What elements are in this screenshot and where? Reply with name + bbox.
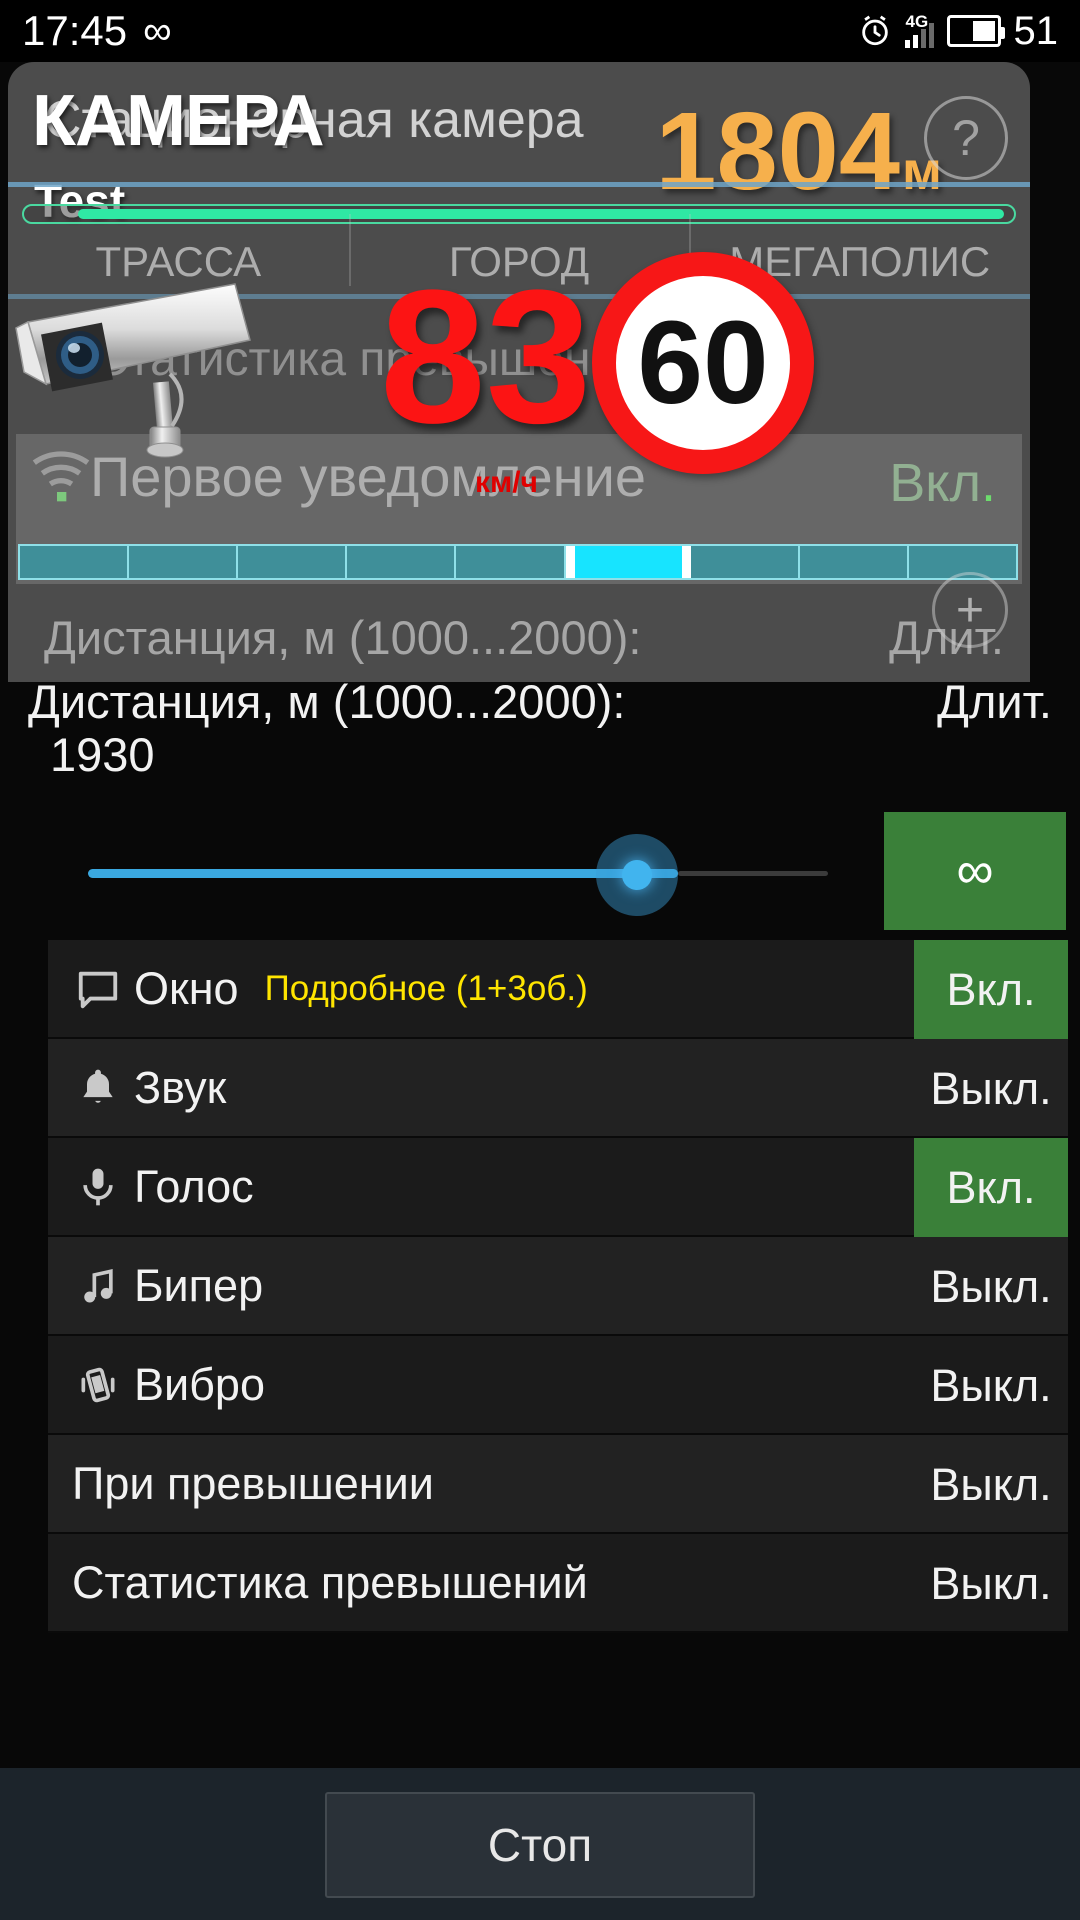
alarm-clock-icon (861, 15, 888, 46)
battery-percent: 51 (1013, 8, 1059, 53)
distance-header: Дистанция, м (1000...2000): Длит. (0, 674, 1080, 729)
duration-infinity-button[interactable]: ∞ (884, 812, 1066, 930)
list-item-state[interactable]: Выкл. (914, 1336, 1068, 1435)
infinity-icon: ∞ (143, 9, 172, 53)
list-item-state[interactable]: Вкл. (914, 940, 1068, 1039)
status-bar-left: 17:45 ∞ (22, 7, 172, 55)
signal-indicator: 4G (904, 12, 934, 48)
list-item[interactable]: Статистика превышений Выкл. (48, 1534, 1068, 1633)
list-item-state[interactable]: Вкл. (914, 1138, 1068, 1237)
list-item[interactable]: Звук Выкл. (48, 1039, 1068, 1138)
list-item[interactable]: Голос Вкл. (48, 1138, 1068, 1237)
distance-to-camera-value: 1804 (655, 90, 901, 213)
help-button[interactable]: ? (924, 96, 1008, 180)
duration-header-label: Длит. (937, 675, 1052, 728)
speed-camera-icon (15, 283, 251, 458)
distance-segment-bar[interactable] (18, 544, 1018, 580)
popup-distance-range-label: Дистанция, м (1000...2000): (44, 611, 642, 664)
list-item-state[interactable]: Выкл. (914, 1039, 1068, 1138)
segment (691, 546, 800, 578)
list-item-label: Статистика превышений (72, 1556, 588, 1608)
current-speed-display: 83 (380, 251, 592, 463)
list-item-label: Вибро (134, 1358, 265, 1410)
first-notification-state: Вкл. (889, 452, 996, 514)
microphone-icon (62, 1165, 134, 1209)
network-type-label: 4G (905, 12, 929, 31)
list-item-state[interactable]: Выкл. (914, 1534, 1068, 1633)
distance-header-label: Дистанция, м (1000...2000): (28, 675, 626, 728)
distance-to-camera: 1804 м (655, 88, 942, 215)
status-time: 17:45 (22, 7, 128, 54)
distance-slider-remainder (678, 871, 828, 876)
list-item-label: При превышении (72, 1457, 434, 1509)
first-notification-state-text: Вкл (889, 453, 981, 513)
distance-slider-track[interactable] (88, 869, 678, 878)
bell-icon (62, 1066, 134, 1110)
segment (800, 546, 909, 578)
status-bar: 17:45 ∞ 4G 51 (0, 0, 1080, 62)
speed-limit-sign: 60 (592, 252, 814, 474)
distance-current-value: 1930 (50, 728, 155, 781)
segment (347, 546, 457, 578)
speed-unit-label: км/ч (475, 466, 538, 499)
stop-button[interactable]: Стоп (325, 1792, 755, 1898)
first-notification-state-dot: . (980, 453, 996, 513)
window-icon (62, 966, 134, 1012)
distance-slider-row: ∞ (0, 812, 1080, 930)
footer-bar: Стоп (0, 1768, 1080, 1920)
segment-active (565, 546, 691, 578)
list-item[interactable]: Вибро Выкл. (48, 1336, 1068, 1435)
list-item-sublabel: Подробное (1+3об.) (264, 968, 588, 1008)
list-item-label: Бипер (134, 1259, 264, 1311)
phone-screen: 17:45 ∞ 4G 51 Дистанция, м (1000...2000)… (0, 0, 1080, 1920)
speed-limit-value: 60 (637, 297, 769, 429)
popup-title: КАМЕРА (32, 81, 325, 161)
list-item-label: Голос (134, 1160, 254, 1212)
list-item[interactable]: Окно Подробное (1+3об.) Вкл. (48, 940, 1068, 1039)
approach-progress-fill (78, 209, 1004, 219)
segment (20, 546, 130, 578)
battery-icon (946, 15, 1005, 47)
segment (129, 546, 239, 578)
status-bar-right: 4G 51 (858, 8, 1059, 54)
settings-list: Окно Подробное (1+3об.) Вкл. Звук Выкл. … (48, 940, 1068, 1633)
vibrate-icon (62, 1363, 134, 1407)
list-item[interactable]: Бипер Выкл. (48, 1237, 1068, 1336)
divider-line-top (8, 182, 1030, 187)
list-item-label: Окно (134, 962, 239, 1014)
music-note-icon (62, 1264, 134, 1308)
list-item[interactable]: При превышении Выкл. (48, 1435, 1068, 1534)
distance-slider-knob[interactable] (622, 860, 652, 890)
segment (238, 546, 348, 578)
list-item-state[interactable]: Выкл. (914, 1237, 1068, 1336)
list-item-label: Звук (134, 1061, 227, 1113)
segment (456, 546, 566, 578)
list-item-state[interactable]: Выкл. (914, 1435, 1068, 1534)
popup-duration-label: Длит. (889, 611, 1004, 664)
approach-progress-bar (22, 204, 1016, 224)
